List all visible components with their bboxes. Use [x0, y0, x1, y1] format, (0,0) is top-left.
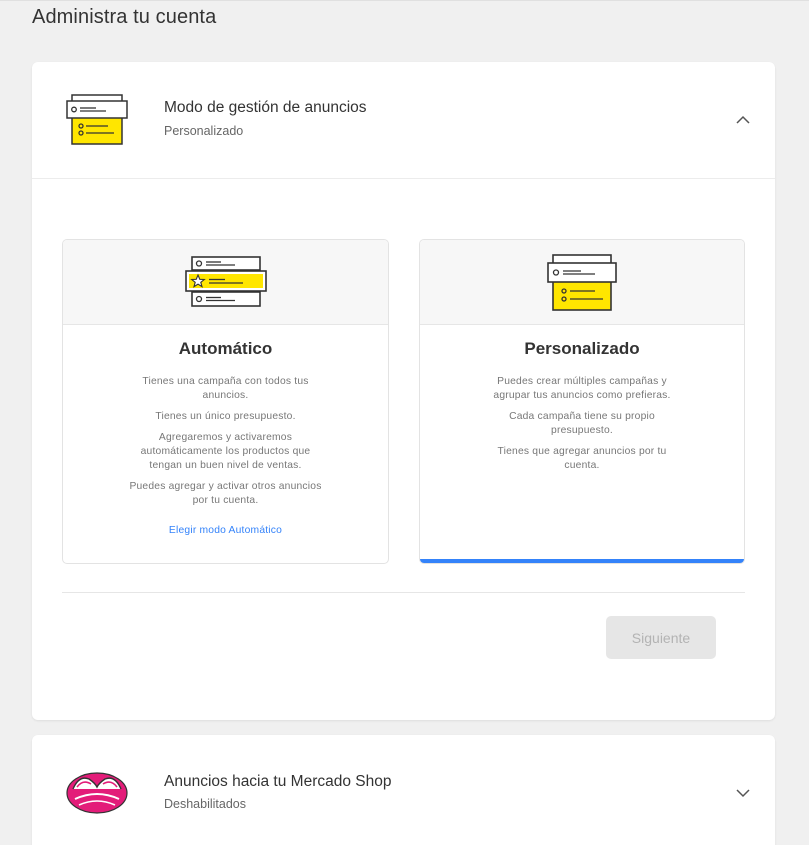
- ads-star-icon: [184, 256, 267, 307]
- option-custom-text: Tienes que agregar anuncios por tu cuent…: [497, 446, 667, 471]
- option-automatic-illustration: [63, 240, 388, 325]
- option-automatic-text: Tienes un único presupuesto.: [155, 411, 296, 422]
- chevron-down-icon[interactable]: [735, 785, 751, 801]
- header-divider: [32, 178, 775, 179]
- option-custom-title: Personalizado: [524, 339, 640, 358]
- option-automatic[interactable]: Automático Tienes una campaña con todos …: [62, 239, 389, 564]
- ads-mode-subtitle: Personalizado: [164, 124, 244, 138]
- option-custom-illustration: [420, 240, 744, 325]
- ads-mode-card: Modo de gestión de anuncios Personalizad…: [32, 62, 775, 720]
- footer-divider: [62, 592, 745, 593]
- option-automatic-text: Tienes una campaña con todos tus anuncio…: [142, 376, 309, 401]
- page-title: Administra tu cuenta: [32, 6, 217, 28]
- mshop-title: Anuncios hacia tu Mercado Shop: [164, 773, 392, 790]
- option-custom-text: Cada campaña tiene su propio presupuesto…: [509, 411, 655, 436]
- mshop-header[interactable]: Anuncios hacia tu Mercado Shop Deshabili…: [32, 735, 775, 845]
- ads-custom-icon: [547, 254, 617, 311]
- chevron-up-icon[interactable]: [735, 112, 751, 128]
- option-custom-text: Puedes crear múltiples campañas y agrupa…: [493, 376, 671, 401]
- option-custom[interactable]: Personalizado Puedes crear múltiples cam…: [419, 239, 745, 564]
- mshop-subtitle: Deshabilitados: [164, 797, 246, 811]
- ads-management-icon: [66, 94, 128, 145]
- next-button[interactable]: Siguiente: [606, 616, 716, 659]
- option-automatic-title: Automático: [178, 339, 273, 358]
- option-automatic-text: Agregaremos y activaremos automáticament…: [140, 432, 311, 471]
- mercado-shops-logo-icon: [66, 772, 128, 814]
- option-automatic-text: Puedes agregar y activar otros anuncios …: [129, 481, 322, 506]
- mshop-card: Anuncios hacia tu Mercado Shop Deshabili…: [32, 735, 775, 845]
- ads-mode-title: Modo de gestión de anuncios: [164, 99, 367, 116]
- choose-automatic-link[interactable]: Elegir modo Automático: [63, 525, 388, 536]
- ads-mode-header[interactable]: Modo de gestión de anuncios Personalizad…: [32, 62, 775, 179]
